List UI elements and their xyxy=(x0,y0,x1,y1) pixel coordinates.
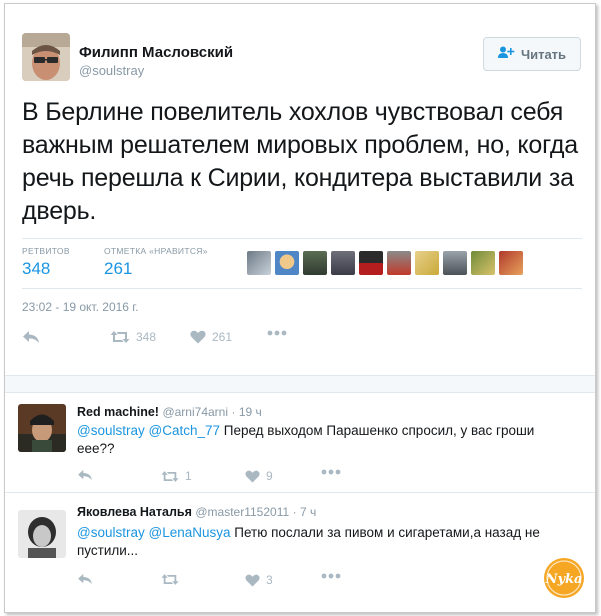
mention-link[interactable]: @Catch_77 xyxy=(149,423,221,438)
tweet-card: Филипп Масловский @soulstray Читать В Бе… xyxy=(4,3,596,613)
divider xyxy=(22,238,582,239)
reply-text: @soulstray @LenaNusya Петю послали за пи… xyxy=(77,524,572,560)
like-button[interactable]: 261 xyxy=(190,330,232,344)
reply-author-handle[interactable]: @master1152011 xyxy=(195,505,289,519)
watermark-logo: Nyka xyxy=(543,557,585,599)
more-icon xyxy=(321,573,341,579)
reply-button[interactable] xyxy=(77,469,93,481)
liker-avatar[interactable] xyxy=(303,251,327,275)
reply-avatar[interactable] xyxy=(18,404,66,452)
reply-author-handle[interactable]: @arni74arni xyxy=(162,405,228,419)
liker-avatar[interactable] xyxy=(415,251,439,275)
retweets-label: РЕТВИТОВ xyxy=(22,246,70,256)
likes-stat[interactable]: ОТМЕТКА «НРАВИТСЯ» 261 xyxy=(104,244,208,280)
like-button[interactable]: 3 xyxy=(245,573,273,587)
author-avatar[interactable] xyxy=(22,33,70,81)
mention-link[interactable]: @LenaNusya xyxy=(149,525,231,540)
author-handle[interactable]: @soulstray xyxy=(79,62,233,79)
reply-actions: 3 xyxy=(77,573,377,591)
retweets-count: 348 xyxy=(22,259,51,278)
liker-avatar[interactable] xyxy=(331,251,355,275)
author-name[interactable]: Филипп Масловский xyxy=(79,44,233,62)
divider xyxy=(22,288,582,289)
like-button[interactable]: 9 xyxy=(245,469,273,483)
liker-avatar[interactable] xyxy=(499,251,523,275)
follow-label: Читать xyxy=(520,46,567,62)
follow-button[interactable]: Читать xyxy=(483,37,581,71)
main-tweet: Филипп Масловский @soulstray Читать В Бе… xyxy=(5,4,595,376)
like-count: 261 xyxy=(212,330,233,344)
more-icon xyxy=(267,330,287,336)
retweet-icon xyxy=(161,573,179,586)
tweet-timestamp[interactable]: 23:02 - 19 окт. 2016 г. xyxy=(22,300,139,314)
reply-icon xyxy=(77,573,93,585)
svg-text:Nyka: Nyka xyxy=(545,572,583,587)
retweet-button[interactable]: 1 xyxy=(161,469,192,483)
reply-avatar[interactable] xyxy=(18,510,66,558)
reply-item[interactable]: Red machine! @arni74arni · 19 ч @soulstr… xyxy=(5,393,595,492)
likes-count: 261 xyxy=(104,259,133,278)
more-button[interactable] xyxy=(267,330,287,336)
reply-body: Петю послали за пивом и сигаретами,а наз… xyxy=(77,525,540,558)
like-count: 3 xyxy=(266,573,273,587)
reply-header: Яковлева Наталья @master1152011 · 7 ч xyxy=(77,505,316,519)
reply-item[interactable]: Яковлева Наталья @master1152011 · 7 ч @s… xyxy=(5,493,595,612)
reply-time[interactable]: · 7 ч xyxy=(293,505,317,519)
retweet-count: 1 xyxy=(185,469,192,483)
retweets-stat[interactable]: РЕТВИТОВ 348 xyxy=(22,244,70,280)
reply-author-name[interactable]: Яковлева Наталья xyxy=(77,505,192,519)
more-button[interactable] xyxy=(321,573,341,579)
mention-link[interactable]: @soulstray xyxy=(77,423,145,438)
follow-person-icon xyxy=(497,46,515,62)
reply-button[interactable] xyxy=(77,573,93,585)
retweet-icon xyxy=(161,470,179,483)
liker-avatar[interactable] xyxy=(275,251,299,275)
tweet-text: В Берлине повелитель хохлов чувствовал с… xyxy=(22,98,578,225)
more-icon xyxy=(321,469,341,475)
likers-avatars xyxy=(247,251,523,275)
reply-icon xyxy=(22,330,40,344)
liker-avatar[interactable] xyxy=(247,251,271,275)
retweet-button[interactable]: 348 xyxy=(110,330,156,344)
more-button[interactable] xyxy=(321,469,341,475)
replies-gap xyxy=(5,376,595,393)
heart-icon xyxy=(190,330,206,344)
heart-icon xyxy=(245,574,260,587)
liker-avatar[interactable] xyxy=(359,251,383,275)
retweet-count: 348 xyxy=(136,330,157,344)
reply-icon xyxy=(77,469,93,481)
liker-avatar[interactable] xyxy=(387,251,411,275)
liker-avatar[interactable] xyxy=(443,251,467,275)
retweet-button[interactable] xyxy=(161,573,185,586)
mention-link[interactable]: @soulstray xyxy=(77,525,145,540)
retweet-icon xyxy=(110,330,130,344)
liker-avatar[interactable] xyxy=(471,251,495,275)
reply-text: @soulstray @Catch_77 Перед выходом Параш… xyxy=(77,422,572,458)
like-count: 9 xyxy=(266,469,273,483)
reply-header: Red machine! @arni74arni · 19 ч xyxy=(77,405,262,419)
heart-icon xyxy=(245,470,260,483)
reply-actions: 1 9 xyxy=(77,469,377,487)
reply-body: Перед выходом Парашенко спросил, у вас г… xyxy=(77,423,535,456)
reply-time[interactable]: · 19 ч xyxy=(232,405,262,419)
reply-button[interactable] xyxy=(22,330,40,344)
likes-label: ОТМЕТКА «НРАВИТСЯ» xyxy=(104,246,208,256)
reply-author-name[interactable]: Red machine! xyxy=(77,405,159,419)
